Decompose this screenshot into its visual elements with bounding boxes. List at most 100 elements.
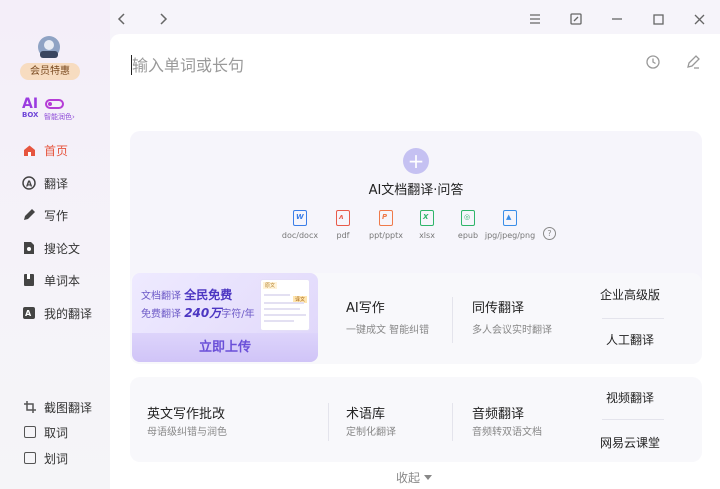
- home-icon: [22, 143, 36, 157]
- image-file-icon: ▲: [503, 210, 517, 226]
- aibox-logo-box: BOX: [22, 111, 39, 119]
- pdf-file-icon: ʌ: [336, 210, 350, 226]
- file-type-label: jpg/jpeg/png: [484, 231, 536, 240]
- sidebar: 会员特惠 AI BOX 智能润色› 首页 A 翻译 写作 搜论文 单词本 A 我…: [0, 0, 110, 489]
- paper-search-icon: [22, 241, 36, 255]
- word-select-label: 划词: [44, 451, 69, 466]
- ppt-file-icon: P: [379, 210, 393, 226]
- english-writing-subtitle: 母语级纠错与润色: [147, 427, 227, 438]
- sidebar-item-translate[interactable]: A 翻译: [22, 174, 68, 192]
- sidebar-item-label: 翻译: [44, 176, 69, 191]
- chevron-right-icon: [160, 13, 168, 25]
- file-type-label: epub: [457, 231, 479, 240]
- plus-icon: +: [407, 149, 425, 173]
- divider: [452, 297, 453, 343]
- divider: [452, 403, 453, 441]
- epub-file-icon: ◎: [461, 210, 475, 226]
- termbase-subtitle: 定制化翻译: [346, 427, 396, 438]
- close-icon: [694, 14, 704, 24]
- termbase-title: 术语库: [346, 407, 386, 422]
- screenshot-translate-label: 截图翻译: [44, 400, 93, 415]
- mini-window-button[interactable]: [565, 8, 587, 30]
- word-select-option[interactable]: 划词: [24, 450, 68, 466]
- crop-icon: [24, 401, 36, 413]
- minimize-button[interactable]: [606, 8, 628, 30]
- netease-cloud-classroom-link[interactable]: 网易云课堂: [590, 434, 670, 451]
- svip-tag: [40, 51, 58, 58]
- word-file-icon: W: [293, 210, 307, 226]
- mini-window-icon: [570, 13, 582, 25]
- member-badge[interactable]: 会员特惠: [20, 63, 80, 80]
- sidebar-item-label: 搜论文: [44, 241, 81, 256]
- history-icon[interactable]: [645, 54, 661, 70]
- ai-writing-title: AI写作: [346, 301, 385, 316]
- simultaneous-translate-title: 同传翻译: [472, 301, 525, 316]
- word-pick-label: 取词: [44, 425, 69, 440]
- screenshot-translate-option[interactable]: 截图翻译: [24, 399, 92, 415]
- ai-writing-subtitle: 一键成文 智能纠错: [346, 325, 430, 336]
- wordbook-icon: [22, 273, 36, 287]
- video-translate-link[interactable]: 视频翻译: [590, 389, 670, 406]
- menu-button[interactable]: [524, 8, 546, 30]
- caret-down-icon: [424, 475, 433, 480]
- sidebar-item-home[interactable]: 首页: [22, 141, 68, 159]
- sidebar-item-label: 单词本: [44, 273, 81, 288]
- file-type-label: pdf: [336, 231, 350, 240]
- maximize-icon: [652, 13, 664, 25]
- divider: [328, 403, 329, 441]
- maximize-button[interactable]: [647, 8, 669, 30]
- add-document-button[interactable]: +: [403, 148, 429, 174]
- english-writing-title: 英文写作批改: [147, 407, 226, 422]
- svg-text:A: A: [25, 309, 32, 318]
- forward-button[interactable]: [152, 8, 174, 30]
- promo-line-1: 文档翻译 全民免费: [141, 288, 233, 302]
- enterprise-edition-link[interactable]: 企业高级版: [590, 286, 670, 303]
- help-icon[interactable]: ?: [543, 227, 556, 240]
- original-tag: 原文: [263, 282, 278, 289]
- word-select-checkbox[interactable]: [24, 452, 36, 464]
- sidebar-item-my-translation[interactable]: A 我的翻译: [22, 304, 92, 322]
- minimize-icon: [612, 18, 622, 20]
- doc-panel-title: AI文档翻译·问答: [368, 183, 464, 198]
- word-pick-checkbox[interactable]: [24, 426, 36, 438]
- aibox-logo-ai: AI: [22, 96, 39, 112]
- aibox-toggle-icon[interactable]: [45, 99, 64, 109]
- chevron-left-icon: [117, 13, 125, 25]
- sidebar-item-label: 写作: [44, 208, 69, 223]
- svg-text:A: A: [26, 180, 33, 189]
- divider: [602, 318, 664, 319]
- excel-file-icon: X: [420, 210, 434, 226]
- sidebar-item-wordbook[interactable]: 单词本: [22, 271, 80, 289]
- edit-icon[interactable]: [685, 54, 701, 70]
- close-button[interactable]: [688, 8, 710, 30]
- aibox-subtitle[interactable]: 智能润色›: [44, 112, 75, 122]
- file-type-label: xlsx: [419, 231, 435, 240]
- upload-now-button[interactable]: 立即上传: [132, 333, 318, 362]
- collapse-button[interactable]: 收起: [396, 469, 433, 486]
- search-input[interactable]: [132, 53, 612, 77]
- my-translation-icon: A: [22, 306, 36, 320]
- aibox-logo[interactable]: AI BOX: [22, 97, 42, 121]
- word-pick-option[interactable]: 取词: [24, 424, 68, 440]
- collapse-label: 收起: [396, 471, 421, 485]
- promo-banner[interactable]: 文档翻译 全民免费 免费翻译 240万字符/年 原文 译文 立即上传: [132, 273, 318, 362]
- translate-icon: A: [22, 176, 36, 190]
- audio-translate-title: 音频翻译: [472, 407, 525, 422]
- pen-icon: [22, 208, 36, 222]
- main-panel: + AI文档翻译·问答 W doc/docx ʌ pdf P ppt/pptx …: [110, 34, 720, 489]
- divider: [602, 419, 664, 420]
- simultaneous-translate-subtitle: 多人会议实时翻译: [472, 325, 552, 336]
- feature-row-1: 文档翻译 全民免费 免费翻译 240万字符/年 原文 译文 立即上传 AI写作 …: [130, 273, 702, 364]
- sidebar-item-label: 首页: [44, 143, 69, 158]
- file-type-image: ▲ jpg/jpeg/png: [480, 210, 540, 240]
- back-button[interactable]: [111, 8, 133, 30]
- doc-upload-panel[interactable]: + AI文档翻译·问答 W doc/docx ʌ pdf P ppt/pptx …: [130, 131, 702, 294]
- sidebar-item-write[interactable]: 写作: [22, 206, 68, 224]
- promo-document-illustration: 原文 译文: [260, 279, 310, 331]
- human-translation-link[interactable]: 人工翻译: [590, 331, 670, 348]
- sidebar-item-label: 我的翻译: [44, 306, 93, 321]
- feature-row-2: 英文写作批改 母语级纠错与润色 术语库 定制化翻译 音频翻译 音频转双语文档 视…: [130, 377, 702, 462]
- menu-icon: [530, 14, 540, 24]
- sidebar-item-paper-search[interactable]: 搜论文: [22, 239, 80, 257]
- audio-translate-subtitle: 音频转双语文档: [472, 427, 542, 438]
